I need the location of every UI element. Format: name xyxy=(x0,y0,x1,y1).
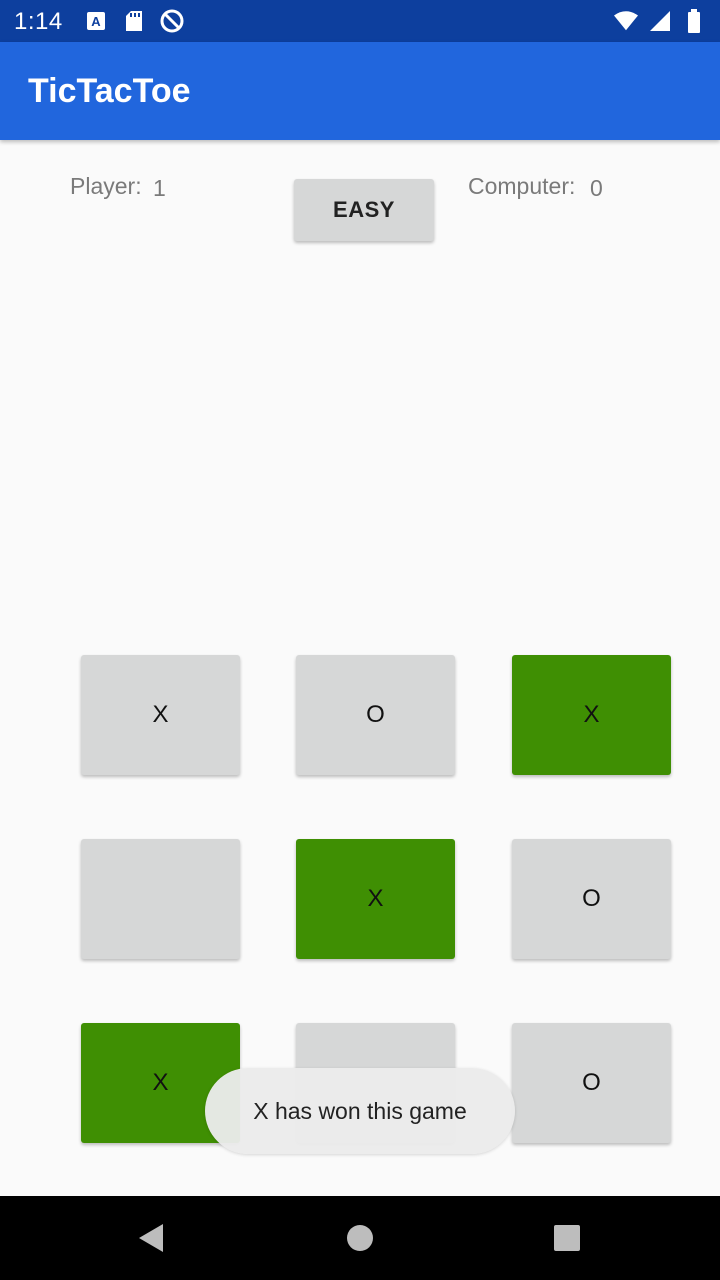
board-cell[interactable]: X xyxy=(512,655,671,775)
navigation-bar xyxy=(0,1196,720,1280)
computer-score-value: 0 xyxy=(590,175,603,201)
board-cell[interactable]: O xyxy=(512,839,671,959)
home-icon[interactable] xyxy=(340,1218,380,1258)
back-icon[interactable] xyxy=(131,1218,171,1258)
recents-icon[interactable] xyxy=(547,1218,587,1258)
board-cell[interactable]: O xyxy=(296,655,455,775)
board-cell[interactable] xyxy=(81,839,240,959)
player-score-value: 1 xyxy=(153,175,166,201)
status-notification-icons: A xyxy=(84,9,184,33)
cell-signal-icon xyxy=(648,9,672,33)
difficulty-button[interactable]: EASY xyxy=(294,179,434,241)
app-bar: TicTacToe xyxy=(0,42,720,140)
status-time: 1:14 xyxy=(14,8,63,35)
no-disturb-icon xyxy=(160,9,184,33)
app-title: TicTacToe xyxy=(28,72,191,110)
sd-card-icon xyxy=(122,9,146,33)
svg-text:A: A xyxy=(91,14,101,29)
board-cell[interactable]: X xyxy=(296,839,455,959)
computer-score-label: Computer: xyxy=(468,173,576,199)
wifi-icon xyxy=(614,9,638,33)
status-system-icons xyxy=(614,9,706,33)
toast-message: X has won this game xyxy=(253,1097,467,1124)
a-notification-icon: A xyxy=(84,9,108,33)
battery-icon xyxy=(682,9,706,33)
status-bar: 1:14 A xyxy=(0,0,720,42)
board-cell[interactable]: X xyxy=(81,655,240,775)
player-score-label: Player: xyxy=(70,173,142,199)
win-toast: X has won this game xyxy=(205,1068,515,1154)
board-cell[interactable]: O xyxy=(512,1023,671,1143)
